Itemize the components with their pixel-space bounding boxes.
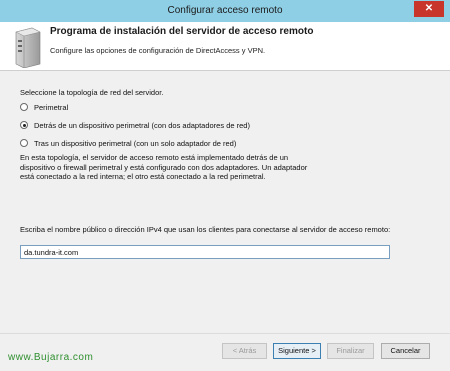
radio-label-tras-dispositivo[interactable]: Tras un dispositivo perimetral (con un s… <box>34 139 236 148</box>
close-button[interactable]: ✕ <box>414 1 444 17</box>
wizard-header: Programa de instalación del servidor de … <box>0 22 450 71</box>
radio-label-detras-dispositivo[interactable]: Detrás de un dispositivo perimetral (con… <box>34 121 250 130</box>
next-button[interactable]: Siguiente > <box>273 343 321 359</box>
wizard-content: Seleccione la topología de red del servi… <box>0 71 450 333</box>
radio-tras-dispositivo[interactable] <box>20 139 28 147</box>
radio-label-perimetral[interactable]: Perimetral <box>34 103 68 112</box>
finish-button[interactable]: Finalizar <box>327 343 374 359</box>
topology-heading: Seleccione la topología de red del servi… <box>20 88 164 97</box>
window-title: Configurar acceso remoto <box>167 5 283 16</box>
radio-detras-dispositivo[interactable] <box>20 121 28 129</box>
public-name-input[interactable] <box>20 245 390 259</box>
cancel-button[interactable]: Cancelar <box>381 343 430 359</box>
topology-description: En esta topología, el servidor de acceso… <box>20 153 308 181</box>
public-name-prompt: Escriba el nombre público o dirección IP… <box>20 225 391 234</box>
page-subtitle: Configure las opciones de configuración … <box>50 46 266 55</box>
title-bar: Configurar acceso remoto ✕ <box>0 0 450 22</box>
page-title: Programa de instalación del servidor de … <box>50 26 314 37</box>
back-button[interactable]: < Atrás <box>222 343 267 359</box>
watermark: www.Bujarra.com <box>8 352 94 363</box>
server-icon <box>15 27 41 68</box>
radio-perimetral[interactable] <box>20 103 28 111</box>
